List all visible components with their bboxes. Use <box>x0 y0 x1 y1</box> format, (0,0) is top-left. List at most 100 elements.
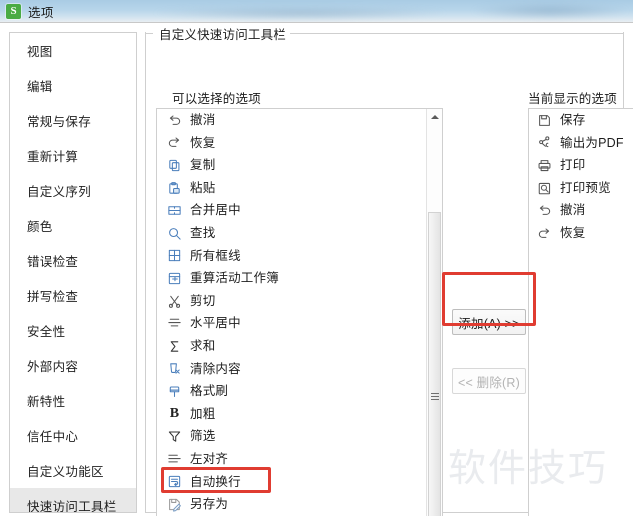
available-option-row[interactable]: B 加粗 <box>157 403 442 426</box>
available-option-row[interactable]: 水平居中 <box>157 312 442 335</box>
sidebar-item[interactable]: 安全性 <box>10 313 136 348</box>
available-option-row[interactable]: 自动换行 <box>157 471 442 494</box>
available-option-label: 撤消 <box>190 113 216 128</box>
group-title-label: 自定义快速访问工具栏 <box>153 23 291 43</box>
save-icon <box>536 112 553 129</box>
available-option-label: 求和 <box>190 338 216 353</box>
available-option-row[interactable]: 撤消 <box>157 109 442 132</box>
available-option-row[interactable]: 格式刷 <box>157 380 442 403</box>
group-title-row: 自定义快速访问工具栏 <box>145 23 624 43</box>
current-option-row[interactable]: 恢复 <box>529 222 633 245</box>
copy-icon <box>166 157 183 174</box>
current-option-row[interactable]: 打印 <box>529 154 633 177</box>
print-icon <box>536 157 553 174</box>
available-option-label: 另存为 <box>190 497 229 512</box>
add-button[interactable]: 添加(A) >> <box>452 309 526 335</box>
current-option-row[interactable]: 打印预览 <box>529 177 633 200</box>
sidebar-item[interactable]: 颜色 <box>10 208 136 243</box>
available-option-label: 粘贴 <box>190 180 216 195</box>
sidebar-item[interactable]: 新特性 <box>10 383 136 418</box>
sidebar-item[interactable]: 自定义序列 <box>10 173 136 208</box>
available-option-row[interactable]: 筛选 <box>157 425 442 448</box>
current-option-row[interactable]: 输出为PDF <box>529 132 633 155</box>
sidebar-item[interactable]: 编辑 <box>10 68 136 103</box>
current-option-label: 恢复 <box>560 226 586 241</box>
sidebar-item-label: 颜色 <box>27 220 53 234</box>
sidebar-item[interactable]: 拼写检查 <box>10 278 136 313</box>
available-option-label: 水平居中 <box>190 316 241 331</box>
current-option-label: 撤消 <box>560 203 586 218</box>
align-center-icon <box>166 315 183 332</box>
current-option-row[interactable]: 保存 <box>529 109 633 132</box>
available-option-row[interactable]: 合并居中 <box>157 199 442 222</box>
undo-icon <box>166 112 183 129</box>
sidebar-item-label: 拼写检查 <box>27 290 79 304</box>
available-option-row[interactable]: 清除内容 <box>157 358 442 381</box>
remove-button: << 删除(R) <box>452 368 526 394</box>
sidebar-item-label: 视图 <box>27 45 53 59</box>
available-option-row[interactable]: 另存为 <box>157 493 442 516</box>
merge-center-icon <box>166 202 183 219</box>
sidebar-item[interactable]: 自定义功能区 <box>10 453 136 488</box>
paste-icon <box>166 180 183 197</box>
sidebar-item-label: 常规与保存 <box>27 115 92 129</box>
available-option-row[interactable]: 重算活动工作簿 <box>157 267 442 290</box>
window-title: 选项 <box>28 5 54 20</box>
sidebar-item[interactable]: 视图 <box>10 33 136 68</box>
sidebar-item[interactable]: 外部内容 <box>10 348 136 383</box>
app-logo-icon: S <box>6 3 21 19</box>
available-option-row[interactable]: 恢复 <box>157 132 442 155</box>
sidebar-item[interactable]: 常规与保存 <box>10 103 136 138</box>
available-option-row[interactable]: 粘贴 <box>157 177 442 200</box>
available-option-row[interactable]: 剪切 <box>157 290 442 313</box>
available-options-listbox[interactable]: 撤消恢复复制粘贴合并居中查找所有框线重算活动工作簿 剪切水平居中求和清除内容格式刷… <box>156 108 443 516</box>
watermark-text: 软件技巧 <box>448 448 609 490</box>
available-list-scrollbar[interactable] <box>426 109 442 516</box>
available-option-label: 清除内容 <box>190 361 241 376</box>
sidebar-item[interactable]: 快速访问工具栏 <box>10 488 136 513</box>
sidebar-item-label: 编辑 <box>27 80 53 94</box>
available-options-rows[interactable]: 撤消恢复复制粘贴合并居中查找所有框线重算活动工作簿 剪切水平居中求和清除内容格式刷… <box>157 109 442 516</box>
chevron-up-icon <box>430 115 439 119</box>
sidebar-item[interactable]: 信任中心 <box>10 418 136 453</box>
scroll-up-arrow-button[interactable] <box>427 109 442 125</box>
sidebar-item-label: 自定义序列 <box>27 185 92 199</box>
format-painter-icon <box>166 383 183 400</box>
available-option-label: 查找 <box>190 226 216 241</box>
current-option-label: 保存 <box>560 113 586 128</box>
available-option-label: 合并居中 <box>190 203 241 218</box>
settings-category-list[interactable]: 视图编辑常规与保存重新计算自定义序列颜色错误检查拼写检查安全性外部内容新特性信任… <box>9 32 137 513</box>
scrollbar-grip-icon <box>430 393 439 400</box>
group-line-left <box>145 32 153 34</box>
available-option-row[interactable]: 求和 <box>157 335 442 358</box>
autosum-icon <box>166 338 183 355</box>
available-option-label: 复制 <box>190 158 216 173</box>
cut-icon <box>166 293 183 310</box>
scrollbar-thumb[interactable] <box>428 212 441 516</box>
available-option-row[interactable]: 左对齐 <box>157 448 442 471</box>
current-options-heading: 当前显示的选项 <box>528 92 617 106</box>
available-option-label: 加粗 <box>190 406 216 421</box>
export-pdf-icon <box>536 134 553 151</box>
sidebar-item-label: 自定义功能区 <box>27 465 104 479</box>
print-preview-icon <box>536 180 553 197</box>
sidebar-item-label: 快速访问工具栏 <box>27 500 117 513</box>
sidebar-item[interactable]: 重新计算 <box>10 138 136 173</box>
align-left-icon <box>166 451 183 468</box>
all-borders-icon <box>166 247 183 264</box>
available-option-row[interactable]: 所有框线 <box>157 245 442 268</box>
sidebar-item-label: 外部内容 <box>27 360 79 374</box>
sidebar-item-label: 新特性 <box>27 395 66 409</box>
sidebar-item[interactable]: 错误检查 <box>10 243 136 278</box>
save-as-icon <box>166 496 183 513</box>
available-option-row[interactable]: 查找 <box>157 222 442 245</box>
wrap-text-icon <box>166 473 183 490</box>
search-icon <box>166 225 183 242</box>
available-option-label: 剪切 <box>190 293 216 308</box>
available-option-row[interactable]: 复制 <box>157 154 442 177</box>
available-option-label: 重算活动工作簿 <box>190 271 279 286</box>
undo-icon <box>536 202 553 219</box>
current-option-row[interactable]: 撤消 <box>529 199 633 222</box>
sidebar-item-label: 重新计算 <box>27 150 79 164</box>
available-option-label: 格式刷 <box>190 384 229 399</box>
